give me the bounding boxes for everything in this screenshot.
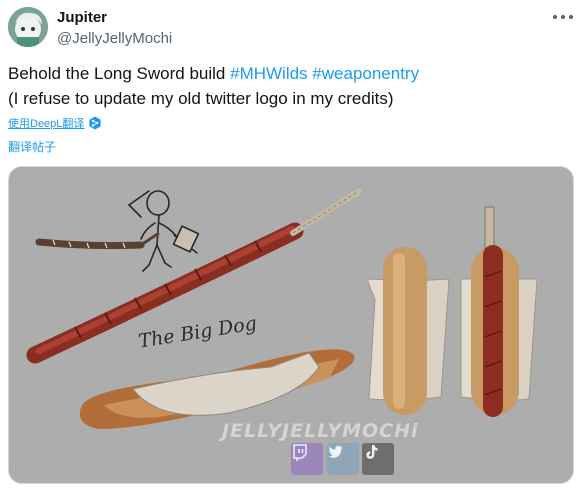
deepl-icon [88,116,102,130]
hashtag-mhwilds[interactable]: #MHWilds [230,64,307,83]
post-text-line1: Behold the Long Sword build #MHWilds #we… [8,63,419,85]
translate-post-link[interactable]: 翻译帖子 [8,138,56,155]
avatar[interactable] [8,7,48,47]
post-text: Behold the Long Sword build [8,64,231,83]
translate-deepl-link[interactable]: 使用DeepL翻译 [8,115,102,131]
post-text-line2: (I refuse to update my old twitter logo … [8,89,394,108]
more-options-icon[interactable] [553,10,573,24]
author-handle[interactable]: @JellyJellyMochi [57,30,172,47]
tiktok-icon [362,443,394,475]
post-image[interactable]: The Big Dog JELLYJELLYMOCHi [8,166,574,484]
tweet: Jupiter @JellyJellyMochi Behold the Long… [0,0,585,491]
watermark: JELLYJELLYMOCHi [222,420,419,442]
author-display-name[interactable]: Jupiter [57,9,107,26]
translate-deepl-label: 使用DeepL翻译 [8,118,85,130]
twitch-icon [291,443,323,475]
twitter-icon [327,443,359,475]
hashtag-weaponentry[interactable]: #weaponentry [312,64,419,83]
